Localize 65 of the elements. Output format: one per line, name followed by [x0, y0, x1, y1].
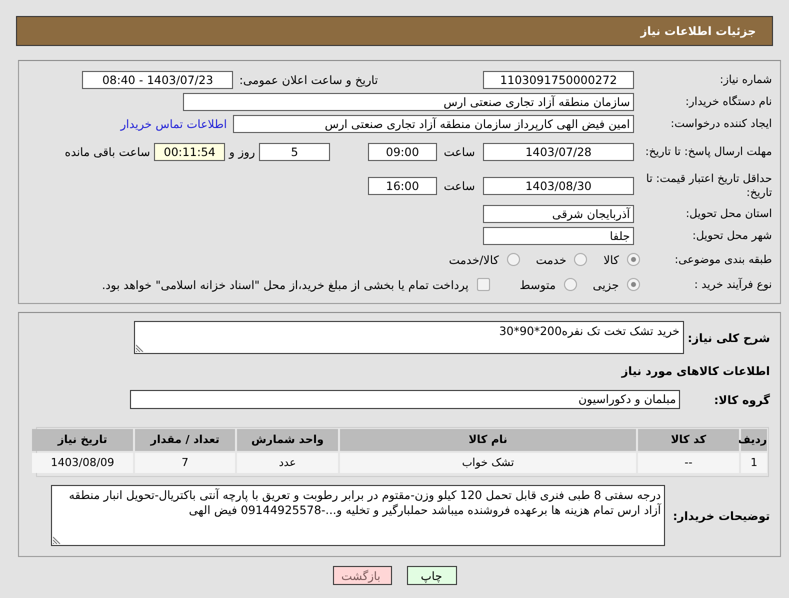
- column-header: تعداد / مقدار: [135, 429, 235, 451]
- table-cell: 7: [135, 453, 235, 473]
- section-heading: اطلاعات کالاهای مورد نیاز: [620, 364, 770, 380]
- field-label: نام دستگاه خریدار:: [684, 95, 772, 109]
- back-button[interactable]: بازگشت: [332, 566, 392, 585]
- radio-button[interactable]: [506, 253, 520, 266]
- field-text: تاریخ و ساعت اعلان عمومی:: [239, 73, 378, 87]
- table-cell: --: [638, 453, 739, 473]
- table-cell: 1403/08/09: [32, 453, 133, 473]
- radio-button[interactable]: [627, 278, 640, 291]
- radio-button[interactable]: [574, 253, 588, 266]
- radio-label: متوسط: [520, 278, 556, 292]
- field-label: توضیحات خریدار:: [672, 508, 770, 522]
- checkbox-label: پرداخت تمام یا بخشی از مبلغ خرید،از محل "اسناد خزانه اسلامی" خواهد بود.: [102, 278, 469, 292]
- column-header: ردیف: [741, 429, 767, 451]
- input-field[interactable]: 16:00: [368, 177, 437, 195]
- description-box[interactable]: خرید تشک تخت تک نفره200*90*30: [134, 321, 684, 354]
- input-field[interactable]: جلفا: [483, 227, 634, 245]
- radio-label: کالا: [603, 252, 619, 266]
- field-label: استان محل تحویل:: [684, 207, 772, 221]
- input-field[interactable]: 1403/07/23 - 08:40: [82, 71, 234, 89]
- column-header: واحد شمارش: [237, 429, 338, 451]
- field-label: نوع فرآیند خرید :: [693, 278, 772, 292]
- input-field[interactable]: 1403/07/28: [483, 143, 634, 161]
- contact-link[interactable]: اطلاعات تماس خریدار: [120, 117, 227, 131]
- field-text: ساعت باقی مانده: [64, 145, 150, 159]
- table-cell: عدد: [237, 453, 338, 473]
- notes-box[interactable]: [50, 485, 665, 546]
- field-text: روز و: [229, 145, 255, 159]
- radio-label: کالا/خدمت: [448, 252, 499, 266]
- field-text: ساعت: [442, 179, 475, 193]
- input-field[interactable]: امین فیض الهی کارپرداز سازمان منطقه آزاد تجاری صنعتی ارس: [233, 115, 634, 133]
- input-field[interactable]: سازمان منطقه آزاد تجاری صنعتی ارس: [183, 93, 634, 111]
- field-label: مهلت ارسال پاسخ: تا تاریخ:: [644, 145, 772, 159]
- radio-button[interactable]: [564, 278, 577, 291]
- field-label: ایجاد کننده درخواست:: [670, 117, 772, 131]
- input-field[interactable]: آذربایجان شرقی: [483, 205, 634, 223]
- field-label: شرح کلی نیاز:: [686, 330, 770, 344]
- table-cell: تشک خواب: [340, 453, 636, 473]
- radio-label: جزیی: [592, 278, 619, 292]
- column-header: نام کالا: [340, 429, 636, 451]
- input-field[interactable]: 1103091750000272: [483, 71, 634, 89]
- radio-button[interactable]: [627, 253, 640, 266]
- input-field[interactable]: مبلمان و دکوراسیون: [130, 390, 680, 409]
- column-header: کد کالا: [638, 429, 739, 451]
- field-label: حداقل تاریخ اعتبار قیمت: تا تاریخ:: [645, 172, 772, 200]
- description-text: خرید تشک تخت تک نفره200*90*30: [498, 323, 681, 340]
- field-label: شهر محل تحویل:: [691, 229, 772, 243]
- resize-grip-icon[interactable]: [52, 536, 61, 544]
- notes-text: درجه سفتی 8 طبی فنری قابل تحمل 120 کیلو وزن-مقتوم در برابر رطوبت و تعریق با پارچه آنتی باکتریال-تحویل انبار منطقه آزاد ارس تمام هزینه ها برعهده فروشنده میباشد حملبارگیر و تخلیه و...-09144925578 فیض الهی: [68, 487, 662, 519]
- column-header: تاریخ نیاز: [32, 429, 133, 451]
- checkbox[interactable]: [476, 278, 490, 291]
- field-text: ساعت: [442, 145, 475, 159]
- page-title: جزئیات اطلاعات نیاز: [640, 24, 756, 38]
- table-cell: 1: [741, 453, 767, 473]
- field-label: گروه کالا:: [713, 392, 770, 406]
- input-field[interactable]: 09:00: [368, 143, 437, 161]
- resize-grip-icon[interactable]: [136, 344, 144, 352]
- input-field[interactable]: 5: [259, 143, 330, 161]
- print-button[interactable]: چاپ: [406, 566, 456, 585]
- radio-label: خدمت: [536, 252, 566, 266]
- field-label: شماره نیاز:: [718, 73, 772, 87]
- input-field[interactable]: 1403/08/30: [483, 177, 634, 195]
- countdown-field: 00:11:54: [154, 143, 226, 161]
- field-label: طبقه بندی موضوعی:: [674, 252, 772, 266]
